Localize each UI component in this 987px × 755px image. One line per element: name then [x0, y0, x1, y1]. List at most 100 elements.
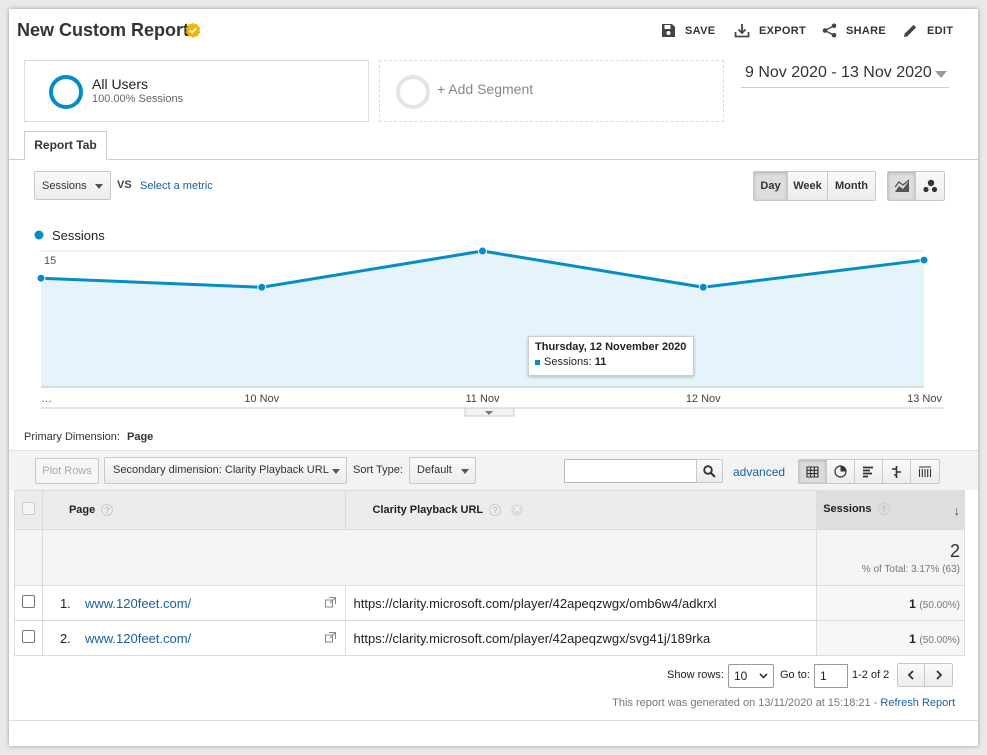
remove-dimension-icon[interactable]: ✕	[511, 504, 524, 517]
data-point	[36, 273, 46, 283]
page-title: New Custom Report	[17, 20, 190, 40]
goto-input[interactable]: 1	[814, 664, 848, 688]
show-rows-value: 10	[734, 669, 748, 683]
row-index: 1.	[59, 595, 71, 611]
share-label: SHARE	[846, 24, 887, 37]
table-view-toggle	[798, 459, 940, 484]
help-icon[interactable]: ?	[101, 504, 114, 517]
edit-button[interactable]: EDIT	[903, 23, 953, 38]
help-icon[interactable]: ?	[877, 502, 890, 515]
pivot-view-button[interactable]	[911, 460, 939, 483]
bubble-chart-icon	[923, 179, 938, 193]
row-checkbox[interactable]	[21, 595, 35, 608]
motion-chart-button[interactable]	[916, 172, 944, 200]
data-point	[257, 282, 267, 292]
series-area	[41, 251, 924, 387]
data-point	[698, 282, 708, 292]
comparison-icon	[892, 465, 901, 478]
show-rows-select[interactable]: 10	[728, 664, 774, 688]
help-icon[interactable]: ?	[489, 504, 502, 517]
save-label: SAVE	[685, 24, 716, 37]
sessions-value: 1	[909, 631, 916, 646]
date-range-picker[interactable]: 9 Nov 2020 - 13 Nov 2020	[741, 61, 949, 88]
sort-type-select[interactable]: Default	[409, 457, 476, 484]
share-button[interactable]: SHARE	[822, 23, 886, 38]
column-header-sessions-label: Sessions	[823, 502, 872, 515]
export-button[interactable]: EXPORT	[734, 23, 806, 38]
pie-chart-icon	[834, 465, 847, 478]
tooltip-label: Sessions:	[544, 356, 592, 368]
search-button[interactable]	[696, 459, 723, 483]
secondary-dimension-select[interactable]: Secondary dimension: Clarity Playback UR…	[104, 457, 347, 484]
clarity-url-cell: https://clarity.microsoft.com/player/42a…	[345, 620, 818, 656]
tab-divider	[9, 159, 978, 160]
add-segment-button[interactable]: + Add Segment	[379, 60, 724, 122]
column-header-clarity-url[interactable]: Clarity Playback URL? ✕	[345, 490, 818, 530]
bar-chart-icon	[863, 466, 873, 477]
primary-dimension-page[interactable]: Page	[127, 431, 153, 443]
tooltip-title: Thursday, 12 November 2020	[535, 341, 687, 353]
date-range-label: 9 Nov 2020 - 13 Nov 2020	[745, 64, 932, 81]
week-button[interactable]: Week	[788, 172, 828, 200]
save-button[interactable]: SAVE	[661, 23, 715, 38]
advanced-filter-link[interactable]: advanced	[733, 465, 785, 479]
refresh-report-link[interactable]: Refresh Report	[880, 697, 955, 709]
comparison-view-button[interactable]	[883, 460, 911, 483]
x-tick-label: 11 Nov	[465, 393, 500, 405]
next-page-button[interactable]	[925, 664, 952, 686]
grid-table-icon	[806, 465, 819, 478]
metric-select-label: Sessions	[42, 180, 87, 192]
row-checkbox-cell	[14, 620, 43, 656]
select-metric-link[interactable]: Select a metric	[140, 180, 213, 192]
column-header-page[interactable]: Page?	[41, 490, 347, 530]
open-external-icon[interactable]	[325, 597, 337, 608]
row-checkbox[interactable]	[21, 630, 35, 643]
series-swatch-icon	[535, 359, 540, 365]
edit-label: EDIT	[927, 24, 954, 37]
row-checkbox-cell	[14, 585, 43, 621]
chevron-down-icon	[935, 71, 947, 78]
table-search-input[interactable]	[564, 459, 697, 483]
chevron-down-icon	[332, 469, 340, 474]
select-all-checkbox[interactable]	[21, 502, 35, 515]
page-cell: 1. www.120feet.com/	[41, 585, 347, 621]
sort-descending-icon[interactable]: ↓	[954, 503, 961, 518]
line-chart-button[interactable]	[888, 172, 916, 200]
data-table-view-button[interactable]	[799, 460, 827, 483]
sessions-cell: 1 (50.00%)	[816, 585, 965, 621]
data-table: Page? Clarity Playback URL? ✕ Sessions? ↓ …	[14, 490, 965, 656]
select-all-cell	[14, 490, 43, 530]
open-external-icon[interactable]	[325, 632, 337, 643]
day-button[interactable]: Day	[754, 172, 788, 200]
granularity-toggle: Day Week Month	[753, 171, 876, 201]
page-cell: 2. www.120feet.com/	[41, 620, 347, 656]
pagination-range: 1-2 of 2	[852, 669, 890, 681]
add-segment-label: + Add Segment	[437, 81, 534, 97]
primary-dimension-label: Primary Dimension:	[24, 431, 120, 443]
export-icon	[734, 24, 750, 38]
clarity-url-cell: https://clarity.microsoft.com/player/42a…	[345, 585, 818, 621]
sessions-cell: 1 (50.00%)	[816, 620, 965, 656]
tooltip-value: 11	[594, 356, 607, 368]
plot-rows-button[interactable]: Plot Rows	[35, 458, 99, 484]
segment-all-users[interactable]: All Users 100.00% Sessions	[24, 60, 369, 122]
column-header-clarity-url-label: Clarity Playback URL	[372, 503, 484, 516]
previous-page-button[interactable]	[898, 664, 925, 686]
share-icon	[822, 23, 837, 38]
tab-report[interactable]: Report Tab	[24, 131, 107, 160]
x-tick-label: 12 Nov	[686, 393, 721, 405]
data-point	[919, 255, 929, 265]
data-point	[478, 246, 487, 256]
pie-view-button[interactable]	[827, 460, 855, 483]
sessions-chart: Sessions51015…10 Nov11 Nov12 Nov13 Nov	[34, 228, 944, 417]
chart-tooltip: Thursday, 12 November 2020 Sessions: 11	[528, 336, 694, 376]
metric-select[interactable]: Sessions	[34, 171, 111, 200]
sort-type-label: Sort Type:	[353, 464, 403, 476]
search-icon	[703, 464, 716, 478]
performance-view-button[interactable]	[855, 460, 883, 483]
page-link[interactable]: www.120feet.com/	[85, 631, 191, 646]
page-link[interactable]: www.120feet.com/	[85, 596, 191, 611]
month-button[interactable]: Month	[828, 172, 875, 200]
column-header-sessions[interactable]: Sessions? ↓	[816, 490, 965, 530]
chevron-down-icon	[759, 673, 768, 679]
